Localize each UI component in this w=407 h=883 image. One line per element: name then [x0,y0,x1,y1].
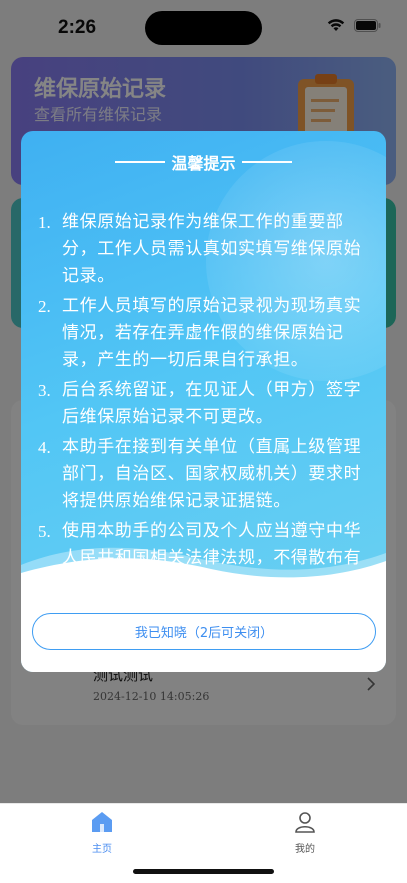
notice-number: 2. [38,297,51,316]
dialog-title: 温馨提示 [171,154,236,173]
notice-item: 1. 维保原始记录作为维保工作的重要部分，工作人员需认真如实填写维保原始记录。 [35,209,365,290]
notice-item: 2. 工作人员填写的原始记录视为现场真实情况，若存在弄虚作假的维保原始记录，产生… [35,293,365,374]
notice-text: 本助手在接到有关单位（直属上级管理部门，自治区、国家权威机关）要求时将提供原始维… [62,437,362,511]
notice-text: 后台系统留证，在见证人（甲方）签字后维保原始记录不可更改。 [62,380,362,427]
title-line-right [241,161,292,163]
notice-item: 3. 后台系统留证，在见证人（甲方）签字后维保原始记录不可更改。 [35,377,365,431]
dialog-wave [21,547,386,672]
tab-home[interactable]: 主页 [72,810,132,855]
user-icon [295,812,315,833]
home-icon [92,812,112,832]
title-line-left [115,161,166,163]
notice-text: 工作人员填写的原始记录视为现场真实情况，若存在弄虚作假的维保原始记录，产生的一切… [62,296,362,370]
notice-item: 4. 本助手在接到有关单位（直属上级管理部门，自治区、国家权威机关）要求时将提供… [35,434,365,515]
acknowledge-button[interactable]: 我已知晓（2后可关闭） [32,613,376,650]
dialog-header: 温馨提示 [21,150,386,174]
notice-number: 3. [38,381,51,400]
tab-mine[interactable]: 我的 [275,810,335,855]
notice-dialog: 温馨提示 1. 维保原始记录作为维保工作的重要部分，工作人员需认真如实填写维保原… [21,131,386,672]
notice-number: 1. [38,213,51,232]
tab-home-label: 主页 [92,844,112,855]
home-indicator [133,869,274,874]
tab-mine-label: 我的 [295,844,315,855]
notice-number: 4. [38,438,51,457]
notice-text: 维保原始记录作为维保工作的重要部分，工作人员需认真如实填写维保原始记录。 [62,212,362,286]
